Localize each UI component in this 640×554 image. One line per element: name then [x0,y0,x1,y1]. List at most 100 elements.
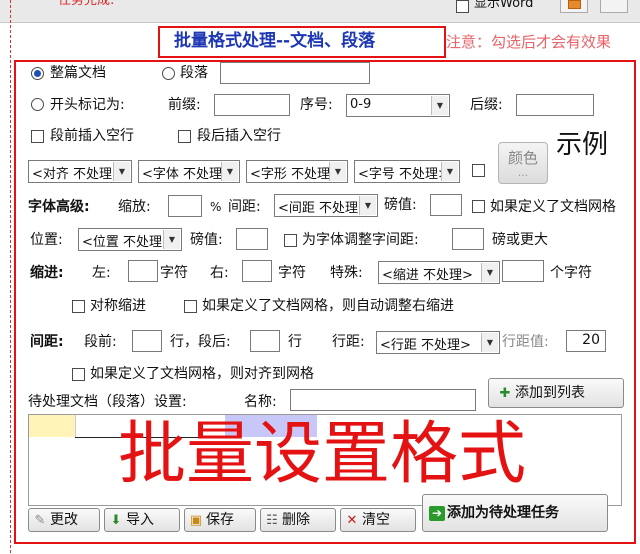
show-word-checkbox[interactable] [456,0,469,13]
example-label: 示例 [556,130,609,160]
insert-before-checkbox[interactable] [31,130,44,143]
auto-right-checkbox[interactable] [184,300,197,313]
position-combo[interactable]: <位置 不处理> ▼ [78,228,182,251]
import-button[interactable]: ⬇ 导入 [104,508,180,532]
grid-def-label: 如果定义了文档网格 [490,199,616,215]
shape-combo[interactable]: <字形 不处理> ▼ [246,160,348,183]
whole-doc-label: 整篇文档 [50,65,106,81]
indent-label: 缩进: [30,265,64,281]
spacing-section-label: 间距: [30,334,64,350]
list-header-cell [29,415,76,437]
paragraph-radio[interactable] [162,67,175,80]
left-dashed-border [10,0,11,553]
add-task-button[interactable]: ➔ 添加为待处理任务 [422,494,608,532]
prefix-input[interactable] [214,94,290,116]
indent-special-input[interactable] [502,260,544,282]
spacing-line1: 行，段后: [170,334,231,350]
spacing-before-label: 段前: [84,334,117,350]
kerning-input[interactable] [452,228,484,250]
mirror-indent-label: 对称缩进 [90,298,146,314]
align-combo[interactable]: <对齐 不处理> ▼ [28,160,132,183]
chevron-down-icon: ▼ [329,162,346,181]
add-to-list-button[interactable]: ✚ 添加到列表 [488,378,624,408]
grid-def-checkbox[interactable] [472,200,485,213]
save-icon: ▣ [189,513,203,528]
kerning-unit-label: 磅或更大 [492,232,548,248]
insert-before-label: 段前插入空行 [50,128,134,144]
insert-after-label: 段后插入空行 [197,128,281,144]
name-label: 名称: [244,394,277,410]
align-grid-checkbox[interactable] [72,368,85,381]
pounds-label: 磅值: [384,197,417,213]
line-spacing-combo[interactable]: <行距 不处理> ▼ [376,331,500,354]
mirror-indent-checkbox[interactable] [72,300,85,313]
size-combo[interactable]: <字号 不处理> ▼ [354,160,460,183]
settings-icon[interactable] [600,0,628,13]
add-list-icon: ✚ [499,386,511,401]
delete-icon: ☷ [266,513,278,528]
seq-label: 序号: [300,97,333,113]
scale-input[interactable] [168,195,202,217]
spacing-label: 间距: [228,199,261,215]
edit-button[interactable]: ✎ 更改 [28,508,100,532]
suffix-label: 后缀: [470,97,503,113]
delete-button[interactable]: ☷ 删除 [260,508,336,532]
indent-right-label: 右: [210,265,229,281]
indent-special-label: 特殊: [330,265,363,281]
font-combo[interactable]: <字体 不处理> ▼ [138,160,240,183]
pounds-input[interactable] [430,194,462,216]
task-done-label: 任务完成: [58,0,115,8]
show-word-label: 显示Word [474,0,534,11]
chevron-down-icon: ▼ [113,162,130,181]
chevron-down-icon: ▼ [221,162,238,181]
prefix-mark-radio[interactable] [31,98,44,111]
paragraph-label: 段落 [180,65,208,81]
indent-chars3: 个字符 [550,265,592,281]
line-value-label: 行距值: [502,334,549,350]
insert-after-checkbox[interactable] [178,130,191,143]
notice-text: 注意：勾选后才会有效果 [446,33,612,51]
chevron-down-icon: ▼ [359,196,376,215]
indent-special-combo[interactable]: <缩进 不处理> ▼ [378,261,500,284]
chevron-down-icon: ▼ [481,333,498,352]
align-grid-label: 如果定义了文档网格，则对齐到网格 [90,366,314,382]
color-button[interactable]: 颜色 ... [498,142,548,184]
pct-label: % [210,200,222,214]
import-icon: ⬇ [110,513,122,528]
spacing-after-input[interactable] [250,330,280,352]
page-title: 批量格式处理--文档、段落 [174,31,376,51]
chevron-down-icon: ▼ [163,230,180,249]
chevron-down-icon: ▼ [441,162,458,181]
scale-label: 缩放: [118,199,151,215]
pounds2-label: 磅值: [190,232,223,248]
font-adv-label: 字体高级: [28,199,90,215]
suffix-input[interactable] [516,94,594,116]
pounds2-input[interactable] [236,228,268,250]
spacing-combo[interactable]: <间距 不处理> ▼ [274,194,378,217]
line-value-input[interactable]: 20 [566,330,606,352]
indent-right-input[interactable] [242,260,272,282]
eraser-icon: ✎ [34,513,46,528]
save-button[interactable]: ▣ 保存 [184,508,256,532]
kerning-checkbox[interactable] [284,234,297,247]
position-label: 位置: [30,232,63,248]
color-checkbox[interactable] [472,164,485,177]
clear-button[interactable]: ✕ 清空 [340,508,416,532]
line-spacing-label: 行距: [332,334,365,350]
clear-icon: ✕ [346,513,358,528]
auto-right-label: 如果定义了文档网格，则自动调整右缩进 [202,298,454,314]
seq-combo[interactable]: 0-9 ▼ [346,94,450,117]
whole-doc-radio[interactable] [31,67,44,80]
chevron-down-icon: ▼ [431,96,448,115]
paragraph-input[interactable] [220,62,370,84]
name-input[interactable] [290,389,476,411]
prefix-label: 前缀: [168,97,201,113]
indent-left-input[interactable] [128,260,158,282]
indent-left-label: 左: [92,265,111,281]
kerning-label: 为字体调整字间距: [302,232,419,248]
pending-label: 待处理文档（段落）设置: [28,394,187,410]
spacing-before-input[interactable] [132,330,162,352]
overlay-title: 批量设置格式 [118,415,527,494]
chevron-down-icon: ▼ [481,263,498,282]
folder-icon[interactable] [560,0,588,13]
